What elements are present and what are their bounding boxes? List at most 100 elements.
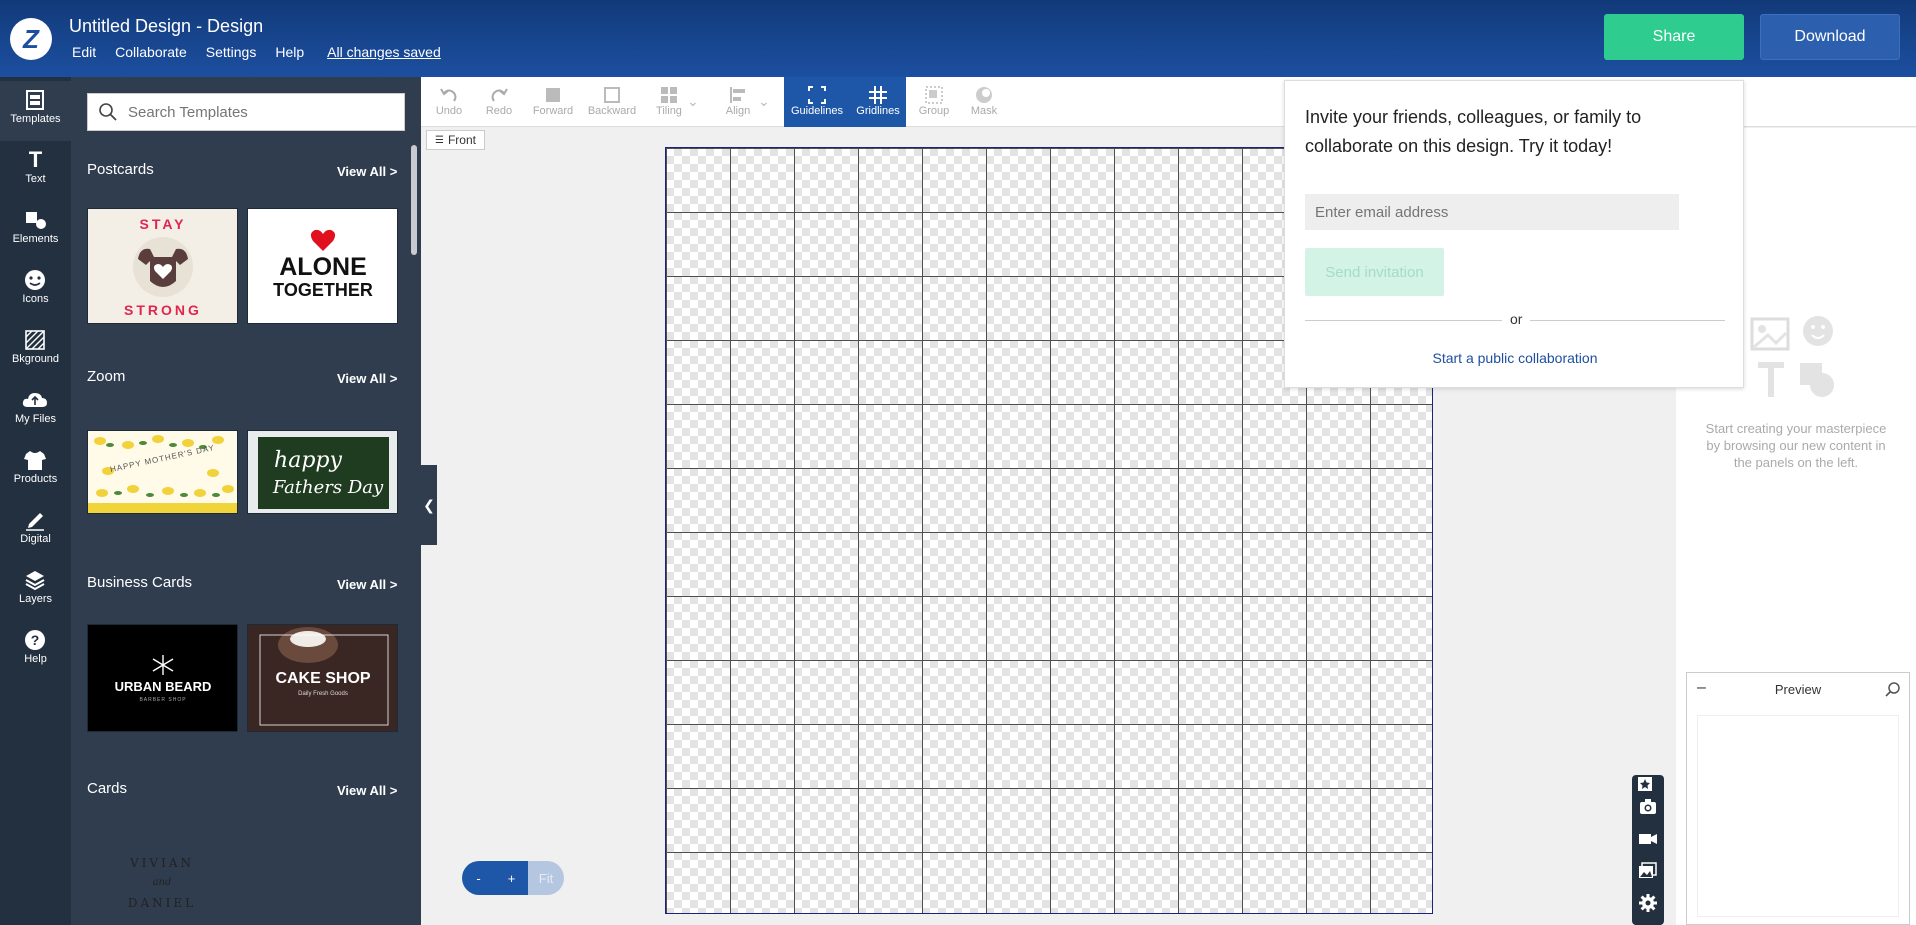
rail-label-my-files: My Files (15, 413, 56, 425)
rail-label-help: Help (24, 653, 47, 665)
rail-item-elements[interactable]: Elements (0, 201, 71, 261)
search-input[interactable] (128, 94, 398, 130)
tool-label-tiling: Tiling (656, 105, 682, 117)
rail-item-background[interactable]: Bkground (0, 321, 71, 381)
thumb-text: and (153, 877, 172, 888)
mask-button[interactable]: Mask (959, 77, 1009, 127)
thumb-text: Fathers Day (272, 477, 384, 498)
view-all-postcards[interactable]: View All > (337, 164, 397, 179)
zazzle-logo[interactable]: Z (10, 18, 52, 60)
tool-label-gridlines: Gridlines (856, 105, 900, 117)
undo-button[interactable]: Undo (425, 77, 473, 127)
save-status-link[interactable]: All changes saved (327, 44, 441, 60)
rail-label-digital: Digital (20, 533, 51, 545)
tool-label-guidelines: Guidelines (791, 105, 843, 117)
template-thumb-urban-beard[interactable]: URBAN BEARD BARBER SHOP (87, 624, 238, 732)
zoom-controls: - + Fit (462, 861, 564, 895)
tool-label-redo: Redo (485, 105, 513, 117)
thumb-text: BARBER SHOP (139, 697, 186, 703)
undo-icon (440, 88, 457, 102)
front-tab-label: Front (447, 133, 476, 147)
templates-panel: Postcards View All > STAY STRONG ALONE T… (71, 77, 421, 925)
rail-item-digital[interactable]: Digital (0, 501, 71, 561)
menu-edit[interactable]: Edit (72, 44, 96, 60)
forward-button[interactable]: Forward (525, 77, 581, 127)
rail-item-text[interactable]: T Text (0, 141, 71, 201)
rail-item-icons[interactable]: Icons (0, 261, 71, 321)
rail-label-products: Products (13, 473, 58, 485)
view-all-zoom[interactable]: View All > (337, 371, 397, 386)
rail-label-layers: Layers (18, 593, 53, 605)
zoom-in-button[interactable]: + (495, 861, 528, 895)
section-title-postcards: Postcards (87, 161, 154, 178)
tiling-dropdown-chevron-icon[interactable]: ⌄ (687, 93, 699, 110)
download-button[interactable]: Download (1760, 14, 1900, 60)
rail-item-layers[interactable]: Layers (0, 561, 71, 621)
tiling-button[interactable]: Tiling (645, 77, 693, 127)
menu-help[interactable]: Help (275, 44, 304, 60)
magnify-icon[interactable] (1885, 681, 1901, 697)
mask-icon (976, 87, 992, 103)
preview-header: – Preview (1687, 673, 1909, 705)
send-backward-icon (604, 87, 620, 103)
tool-label-mask: Mask (970, 105, 998, 117)
preview-panel: – Preview (1686, 672, 1910, 925)
video-camera-icon[interactable] (1638, 829, 1658, 849)
thumb-text: TOGETHER (273, 280, 373, 300)
thumb-text: ALONE (279, 253, 367, 281)
gallery-icon[interactable] (1638, 861, 1658, 881)
redo-button[interactable]: Redo (475, 77, 523, 127)
preview-image-area (1697, 715, 1899, 917)
align-button[interactable]: Align (713, 77, 763, 127)
collab-email-input[interactable] (1305, 194, 1679, 230)
tool-label-backward: Backward (587, 105, 637, 117)
collapse-panel-toggle[interactable]: ❮ (421, 465, 437, 545)
document-title: Untitled Design - Design (69, 16, 264, 36)
zoom-fit-button[interactable]: Fit (528, 861, 564, 895)
preview-title: Preview (1774, 681, 1822, 697)
menu-collaborate[interactable]: Collaborate (115, 44, 187, 60)
align-icon (730, 87, 745, 103)
zoom-out-button[interactable]: - (462, 861, 495, 895)
preview-minimize-button[interactable]: – (1697, 679, 1706, 697)
templates-icon (26, 90, 44, 110)
rail-item-help[interactable]: ? Help (0, 621, 71, 681)
template-thumb-fathers-day[interactable]: happy Fathers Day (247, 430, 398, 514)
template-thumb-cake-shop[interactable]: CAKE SHOP Daily Fresh Goods (247, 624, 398, 732)
backward-button[interactable]: Backward (581, 77, 643, 127)
rail-item-products[interactable]: Products (0, 441, 71, 501)
template-thumb-vivian-daniel[interactable]: VIVIAN and DANIEL (87, 837, 238, 925)
panel-scrollbar[interactable] (411, 145, 417, 255)
thumb-text: happy (274, 448, 342, 473)
top-header: Z Untitled Design - Design Edit Collabor… (0, 0, 1916, 77)
icons-icon (25, 270, 45, 290)
collaboration-popup: Invite your friends, colleagues, or fami… (1284, 80, 1744, 388)
share-button[interactable]: Share (1604, 14, 1744, 60)
left-tool-rail: Templates T Text Elements Icons Bkground… (0, 77, 71, 925)
rail-item-my-files[interactable]: My Files (0, 381, 71, 441)
star-badge-icon (1638, 777, 1652, 791)
svg-text:?: ? (31, 632, 40, 648)
tshirt-icon (24, 451, 46, 470)
empty-state-illustration (1750, 316, 1834, 397)
rail-item-templates[interactable]: Templates (0, 81, 71, 141)
send-invitation-button[interactable]: Send invitation (1305, 248, 1444, 296)
view-all-cards[interactable]: View All > (337, 783, 397, 798)
menu-settings[interactable]: Settings (206, 44, 257, 60)
guidelines-toggle[interactable]: Guidelines (784, 77, 850, 127)
gridlines-icon (869, 86, 887, 104)
start-public-collaboration-link[interactable]: Start a public collaboration (1285, 350, 1745, 366)
thumb-text: VIVIAN (129, 856, 194, 870)
settings-gear-icon[interactable] (1638, 893, 1658, 913)
template-thumb-stay-strong[interactable]: STAY STRONG (87, 208, 238, 324)
gridlines-toggle[interactable]: Gridlines (850, 77, 906, 127)
template-thumb-alone-together[interactable]: ALONE TOGETHER (247, 208, 398, 324)
fathers-day-artwork: happy Fathers Day (248, 431, 397, 513)
align-dropdown-chevron-icon[interactable]: ⌄ (758, 93, 770, 110)
group-button[interactable]: Group (909, 77, 959, 127)
view-all-business-cards[interactable]: View All > (337, 577, 397, 592)
template-thumb-mothers-day[interactable]: HAPPY MOTHER'S DAY (87, 430, 238, 514)
front-side-tab[interactable]: ☰ Front (426, 130, 485, 150)
template-search[interactable] (87, 93, 405, 131)
camera-icon[interactable] (1638, 797, 1658, 817)
